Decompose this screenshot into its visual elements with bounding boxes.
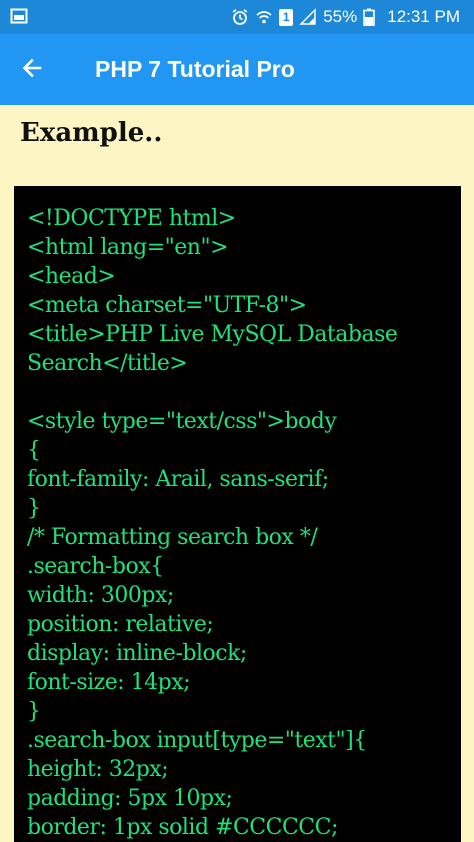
app-title: PHP 7 Tutorial Pro xyxy=(95,56,295,82)
code-line: Search</title> xyxy=(27,351,188,376)
code-line: <meta charset="UTF-8"> xyxy=(27,293,307,318)
status-bar: 1 55% 12:31 PM xyxy=(0,0,474,34)
code-line: <head> xyxy=(27,264,116,289)
code-line: font-size: 14px; xyxy=(27,670,191,695)
code-line: <style type="text/css">body xyxy=(27,409,337,434)
code-line: <html lang="en"> xyxy=(27,235,229,260)
code-line: display: inline-block; xyxy=(27,641,247,666)
code-line: padding: 5px 10px; xyxy=(27,786,233,811)
code-line: } xyxy=(27,699,41,724)
code-line: position: relative; xyxy=(27,612,214,637)
section-title: Example.. xyxy=(20,118,163,148)
code-line: border: 1px solid #CCCCCC; xyxy=(27,815,338,840)
code-line: font-family: Arail, sans-serif; xyxy=(27,467,329,492)
code-line: } xyxy=(27,496,41,521)
app-bar: PHP 7 Tutorial Pro xyxy=(0,34,474,105)
code-line: height: 32px; xyxy=(27,757,169,782)
wifi-icon xyxy=(255,8,273,26)
battery-icon xyxy=(363,8,381,27)
signal-icon xyxy=(299,8,317,26)
code-line: /* Formatting search box */ xyxy=(27,525,318,550)
arrow-left-icon[interactable] xyxy=(20,56,44,84)
clock: 12:31 PM xyxy=(387,7,460,26)
code-line: .search-box input[type="text"]{ xyxy=(27,728,367,753)
alarm-icon xyxy=(231,8,249,26)
sim-icon: 1 xyxy=(279,8,294,26)
code-line: .search-box{ xyxy=(27,554,164,579)
battery-percent: 55% xyxy=(323,7,358,26)
code-line: <!DOCTYPE html> xyxy=(27,206,236,231)
code-line: { xyxy=(27,438,41,463)
gallery-icon xyxy=(10,7,28,25)
code-line: <title>PHP Live MySQL Database xyxy=(27,322,398,347)
code-block[interactable]: <!DOCTYPE html> <html lang="en"> <head> <me… xyxy=(14,186,461,842)
back-button[interactable] xyxy=(16,54,48,86)
code-line: width: 300px; xyxy=(27,583,174,608)
